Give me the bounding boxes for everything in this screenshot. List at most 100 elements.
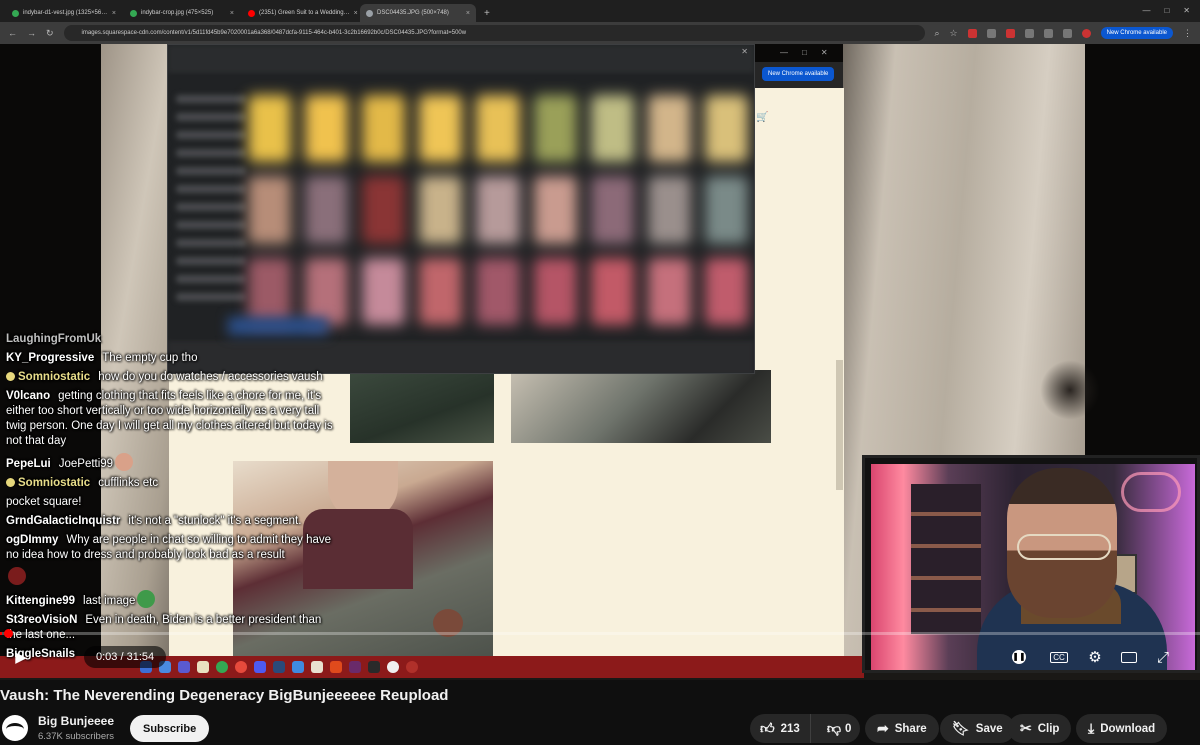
product-photo [350,370,494,443]
chat-username: V0lcano [6,390,51,402]
chat-text: getting clothing that fits feels like a … [6,390,333,447]
pause-indicator-button[interactable]: ❚❚ [1004,642,1034,672]
chat-username: St3reoVisioN [6,614,78,626]
badge-icon [6,372,15,381]
tab-favicon-icon [248,9,255,17]
theater-mode-button[interactable] [1114,642,1144,672]
time-display: 0:03 / 31:54 [84,646,167,668]
chat-message: Somniostatic cufflinks etc [0,474,340,493]
chat-username: LaughingFromUk [6,333,102,345]
download-icon: ⤓ [1088,720,1095,736]
save-label: Save [975,722,1003,735]
profile-icon [1081,28,1091,38]
close-icon: × [229,9,234,17]
download-label: Download [1100,722,1156,735]
subscribe-button[interactable]: Subscribe [130,715,210,742]
chat-message: PepeLui JoePetti99 [0,451,340,474]
zoom-icon: ⌕ [934,27,940,38]
captured-tab-label: DSC04435.JPG (500×748) [377,10,449,16]
captured-tab-active: DSC04435.JPG (500×748) × [360,4,476,22]
chat-username: Somniostatic [18,371,91,383]
player-controls: ▶ 0:03 / 31:54 ❚❚ CC ⚙ ⤢ [0,640,1200,674]
captured-update-button: New Chrome available [1100,27,1173,39]
chat-message: GrndGalacticInquistr it's not a "stunlock… [0,512,340,531]
play-button[interactable]: ▶ [6,642,36,672]
thumbs-up-icon: 👍︎ [760,720,775,736]
pause-icon: ❚❚ [1012,650,1026,664]
chat-message: ogDImmy Why are people in chat so willing… [0,531,340,565]
emote-icon [8,567,26,585]
picker-sidebar [176,85,246,345]
badge-icon [6,478,15,487]
video-title: Vaush: The Neverending Degeneracy BigBun… [0,687,449,704]
subscriber-count: 6.37K subscribers [38,731,115,742]
fullscreen-button[interactable]: ⤢ [1148,642,1178,672]
back-icon: ← [8,28,17,38]
star-icon: ☆ [949,27,958,38]
download-button[interactable]: ⤓ Download [1076,714,1168,743]
gear-icon: ⚙ [1088,649,1102,666]
tab-favicon-icon [12,9,19,17]
extension-icon [986,28,996,38]
save-button[interactable]: 🔖︎ Save [940,714,1015,743]
chat-username: PepeLui [6,458,51,470]
extension-icon [967,28,977,38]
extension-icon [1005,28,1015,38]
channel-name[interactable]: Big Bunjeeee [38,714,114,728]
subtitles-icon: CC [1050,651,1068,663]
progress-fill [0,632,2,635]
chat-message: Kittengine99 last image [0,588,340,611]
minimize-icon: — [780,48,788,57]
dislike-button[interactable]: 👎︎ 0 [817,720,862,737]
chat-message [0,565,340,588]
chat-text: it's not a "stunlock" it's a segment. [128,515,302,527]
inner-window-controls: — □ ✕ [780,48,828,57]
reload-icon: ↻ [46,27,54,38]
chat-text: how do you do watches / accessories vaus… [98,371,323,383]
puzzle-icon [1043,28,1053,38]
settings-button[interactable]: ⚙ [1080,642,1110,672]
subtitles-button[interactable]: CC [1044,642,1074,672]
close-icon: ✕ [1183,6,1190,15]
dislike-count: 0 [845,722,852,735]
tab-favicon-icon [130,9,137,17]
play-icon: ▶ [15,649,27,666]
video-player[interactable]: indybar-d1-vest.jpg (1325×56… × indybar-c… [0,0,1200,680]
share-button[interactable]: ➦ Share [865,714,939,743]
cart-icon: 🛒 [756,112,769,123]
theater-icon [1121,651,1137,663]
forward-icon: → [27,28,36,38]
product-photo [511,370,771,443]
emote-icon [137,590,156,608]
bookmark-icon: 🔖︎ [952,720,970,736]
chat-text: last image [83,595,136,607]
background-shelf [911,484,981,634]
captured-tab: indybar-d1-vest.jpg (1325×56… × [6,4,122,22]
chat-username: ogDImmy [6,534,59,546]
shadow-decoration [1040,360,1100,420]
clip-button[interactable]: ✂ Clip [1008,714,1072,743]
kebab-menu-icon: ⋮ [1183,27,1192,38]
chat-message: V0lcano getting clothing that fits feels … [0,387,340,451]
progress-bar[interactable] [0,632,1200,635]
chat-username: Kittengine99 [6,595,76,607]
neon-sign [1121,472,1181,512]
close-icon: × [465,9,470,17]
new-tab-icon: + [484,8,490,19]
extension-icon [1024,28,1034,38]
picker-toolbar [168,45,754,73]
captured-url: images.squarespace-cdn.com/content/v1/5d… [63,25,925,41]
maximize-icon: □ [802,48,807,57]
like-button[interactable]: 👍︎ 213 [750,714,811,743]
captured-tab-label: (2351) Green Suit to a Wedding… [259,10,350,16]
maximize-icon: □ [1164,6,1170,15]
scrubber-handle[interactable] [4,629,13,638]
channel-avatar[interactable] [2,715,28,741]
chat-text: pocket square! [6,496,82,508]
share-label: Share [894,722,927,735]
captured-window-controls: — □ ✕ [1142,6,1190,15]
chat-overlay: LaughingFromUk KY_Progressive The empty cu… [0,330,340,660]
scissors-icon: ✂ [1020,720,1032,736]
chat-text: JoePetti99 [58,458,114,470]
clip-label: Clip [1037,722,1060,735]
